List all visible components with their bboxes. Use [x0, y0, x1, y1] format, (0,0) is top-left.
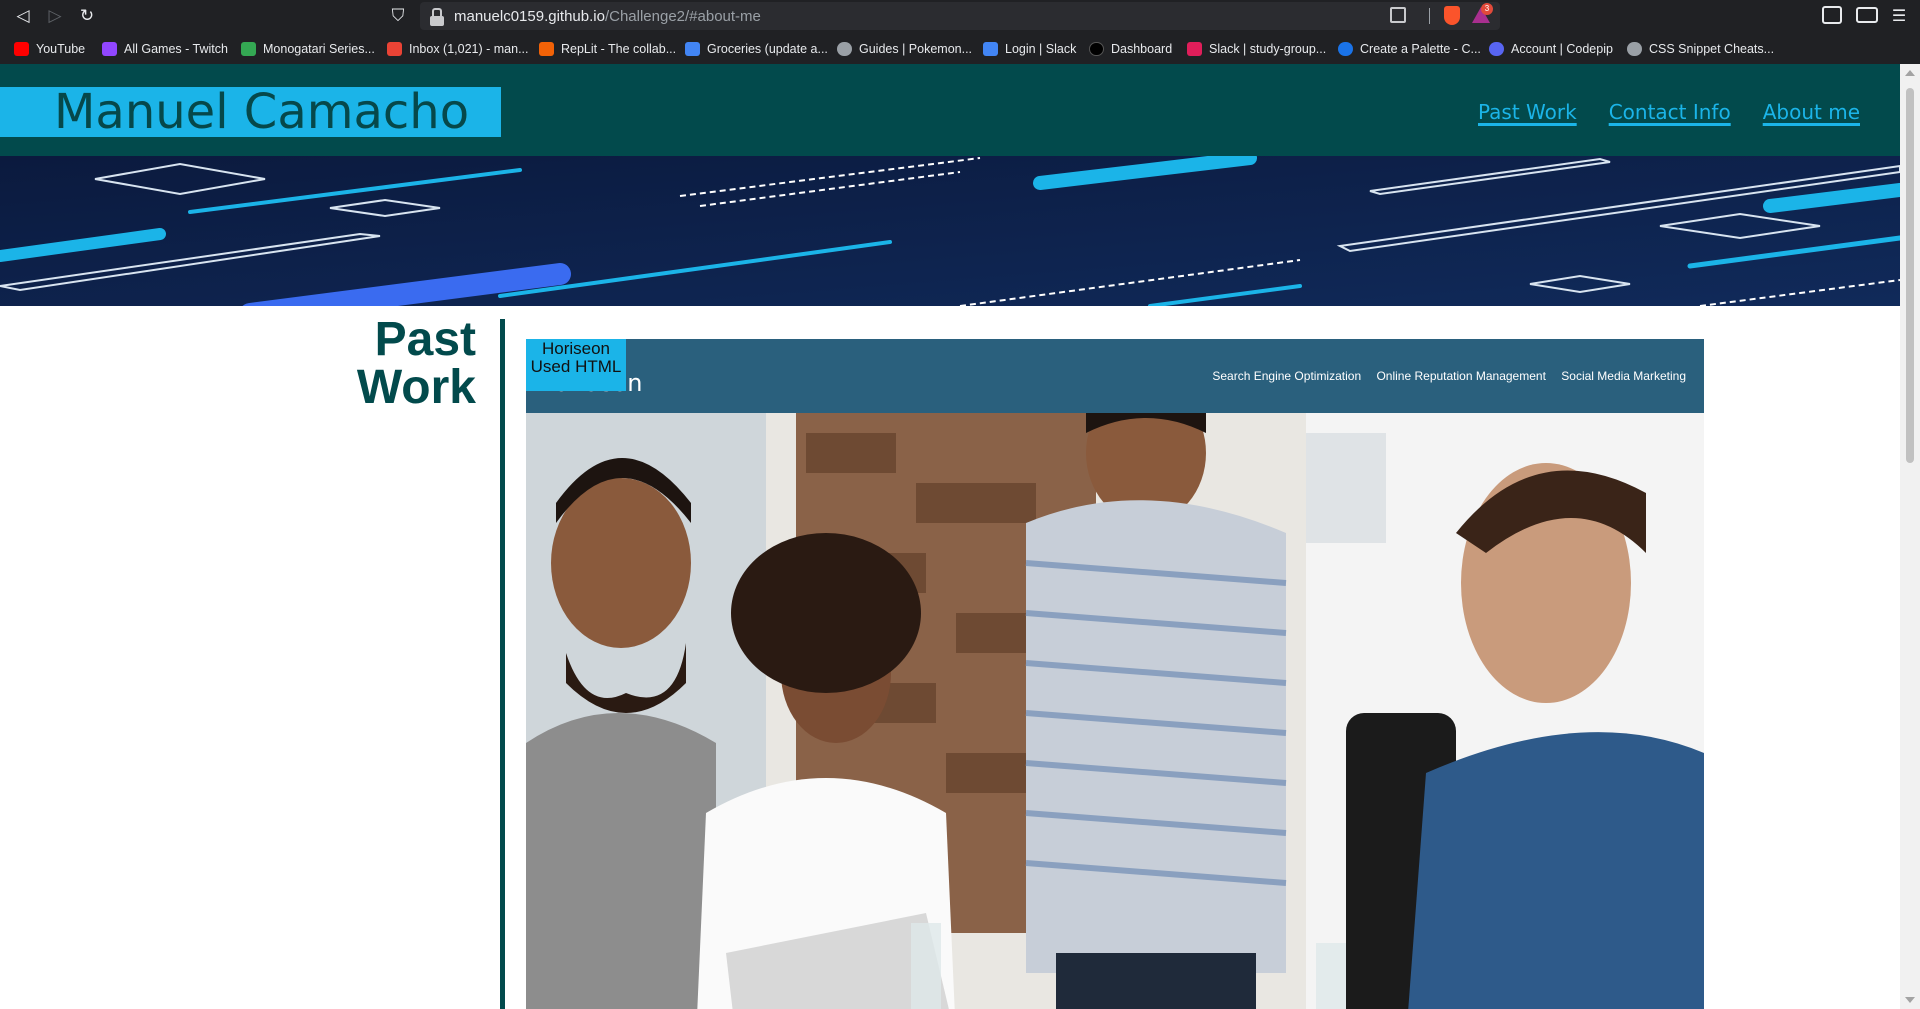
project-screenshot-header: Horiseon Search Engine Optimization Onli… — [526, 339, 1704, 413]
palette-icon — [1338, 42, 1353, 56]
bookmark-label: Groceries (update a... — [707, 42, 828, 56]
replit-icon — [539, 42, 554, 56]
hero-banner — [0, 156, 1900, 306]
address-divider — [1429, 8, 1430, 24]
past-work-heading: Past Work — [340, 316, 476, 412]
past-work-heading-line1: Past — [374, 313, 476, 366]
slack-icon — [983, 42, 998, 56]
url-path: /Challenge2/#about-me — [604, 8, 761, 25]
site-nav: Past Work Contact Info About me — [1446, 100, 1860, 124]
bookmark-slack-login[interactable]: Login | Slack — [983, 40, 1076, 58]
page-viewport: Manuel Camacho Past Work Contact Info Ab… — [0, 64, 1920, 1009]
hero-circuit-graphic — [0, 156, 1900, 306]
bookmark-guides-pokemon[interactable]: Guides | Pokemon... — [837, 40, 972, 58]
back-button[interactable]: ◁ — [10, 3, 36, 29]
bookmark-label: RepLit - The collab... — [561, 42, 677, 56]
address-bar[interactable]: manuelc0159.github.io/Challenge2/#about-… — [420, 2, 1500, 30]
globe-icon — [837, 42, 852, 56]
nav-link-about-me[interactable]: About me — [1763, 100, 1860, 124]
docs-icon — [685, 42, 700, 56]
bookmark-label: Create a Palette - C... — [1360, 42, 1481, 56]
forward-button[interactable]: ▷ — [42, 3, 68, 29]
bookmark-slack-study-group[interactable]: Slack | study-group... — [1187, 40, 1326, 58]
bookmark-label: Guides | Pokemon... — [859, 42, 973, 56]
wallet-icon[interactable] — [1856, 7, 1878, 23]
globe-icon — [1627, 42, 1642, 56]
bookmark-label: Account | Codepip — [1511, 42, 1613, 56]
rewards-count-badge: 3 — [1481, 3, 1493, 15]
bookmark-dashboard[interactable]: Dashboard — [1089, 40, 1172, 58]
youtube-icon — [14, 42, 29, 56]
page-scrollbar[interactable] — [1900, 64, 1920, 1009]
bookmark-replit[interactable]: RepLit - The collab... — [539, 40, 676, 58]
project-caption-line1: Horiseon — [541, 339, 611, 358]
project-nav-link: Search Engine Optimization — [1212, 369, 1362, 383]
bookmark-label: Monogatari Series... — [263, 42, 375, 56]
nav-link-contact-info[interactable]: Contact Info — [1609, 100, 1731, 124]
site-header: Manuel Camacho Past Work Contact Info Ab… — [0, 64, 1900, 156]
url-text: manuelc0159.github.io/Challenge2/#about-… — [454, 8, 761, 25]
reload-button[interactable]: ↻ — [74, 3, 100, 29]
bookmark-gmail[interactable]: Inbox (1,021) - man... — [387, 40, 529, 58]
slack-icon — [1187, 42, 1202, 56]
bookmark-youtube[interactable]: YouTube — [14, 40, 85, 58]
bookmark-monogatari[interactable]: Monogatari Series... — [241, 40, 375, 58]
project-caption-line2: Used HTML — [530, 357, 622, 376]
lock-icon — [430, 8, 444, 26]
menu-icon[interactable]: ☰ — [1886, 3, 1912, 29]
bookmark-page-button[interactable]: ⛉ — [385, 3, 411, 29]
past-work-heading-line2: Work — [356, 361, 476, 414]
bookmark-label: Login | Slack — [1005, 42, 1077, 56]
project-card-horiseon[interactable]: Horiseon Search Engine Optimization Onli… — [526, 339, 1704, 1009]
brave-rewards-icon[interactable]: 3 — [1472, 3, 1493, 23]
bookmark-label: CSS Snippet Cheats... — [1649, 42, 1775, 56]
nav-link-past-work[interactable]: Past Work — [1478, 100, 1577, 124]
scrollbar-thumb[interactable] — [1906, 88, 1914, 463]
scroll-down-arrow-icon[interactable] — [1905, 997, 1915, 1003]
gmail-icon — [387, 42, 402, 56]
bookmark-label: Inbox (1,021) - man... — [409, 42, 529, 56]
twitch-icon — [102, 42, 117, 56]
project-caption[interactable]: Horiseon Used HTML — [526, 339, 626, 391]
brave-shields-icon[interactable] — [1444, 6, 1460, 25]
site-title: Manuel Camacho — [0, 87, 501, 137]
sidebar-toggle-icon[interactable] — [1822, 6, 1842, 24]
monogatari-icon — [241, 42, 256, 56]
team-meeting-photo — [526, 413, 1704, 1009]
dashboard-icon — [1089, 42, 1104, 56]
bookmark-css-snippets[interactable]: CSS Snippet Cheats... — [1627, 40, 1774, 58]
project-nav-links: Search Engine Optimization Online Reputa… — [1200, 369, 1686, 383]
project-team-photo — [526, 413, 1704, 1009]
section-divider — [500, 319, 505, 1009]
bookmark-groceries[interactable]: Groceries (update a... — [685, 40, 828, 58]
bookmark-label: YouTube — [36, 42, 86, 56]
bookmark-codepip[interactable]: Account | Codepip — [1489, 40, 1613, 58]
project-nav-link: Social Media Marketing — [1561, 369, 1686, 383]
bookmark-create-palette[interactable]: Create a Palette - C... — [1338, 40, 1481, 58]
project-nav-link: Online Reputation Management — [1376, 369, 1546, 383]
bookmark-label: All Games - Twitch — [124, 42, 228, 56]
bookmarks-bar: YouTube All Games - Twitch Monogatari Se… — [0, 32, 1920, 64]
browser-toolbar: ◁ ▷ ↻ ⛉ manuelc0159.github.io/Challenge2… — [0, 0, 1920, 32]
share-icon[interactable] — [1390, 7, 1406, 23]
bookmark-label: Slack | study-group... — [1209, 42, 1327, 56]
bookmark-twitch[interactable]: All Games - Twitch — [102, 40, 228, 58]
scroll-up-arrow-icon[interactable] — [1905, 70, 1915, 76]
url-host: manuelc0159.github.io — [454, 8, 605, 25]
codepip-icon — [1489, 42, 1504, 56]
bookmark-label: Dashboard — [1111, 42, 1173, 56]
